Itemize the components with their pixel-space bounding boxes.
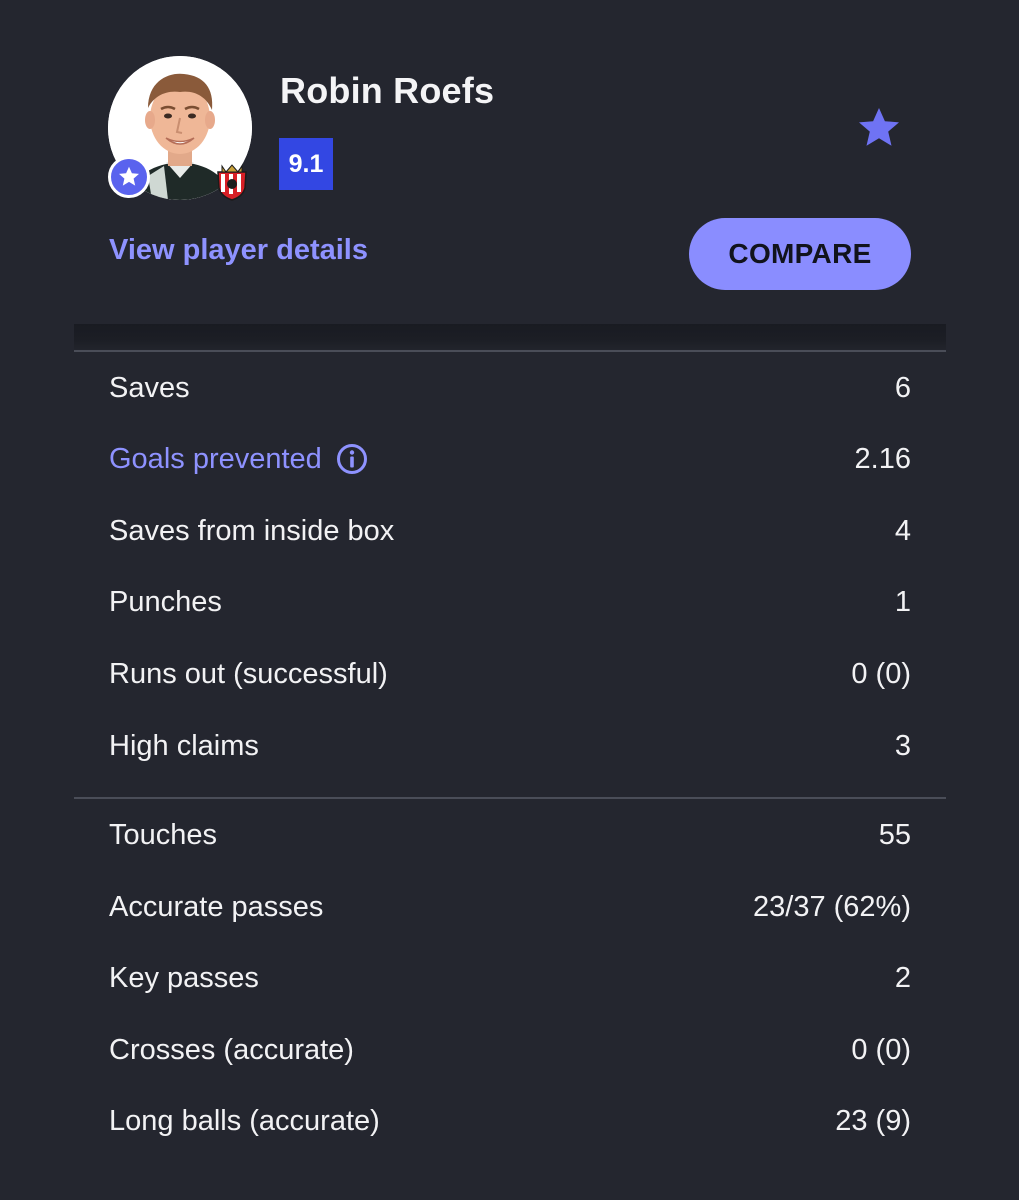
stat-value: 4 (894, 514, 911, 547)
stat-row: Touches 55 (109, 815, 911, 855)
player-name: Robin Roefs (280, 70, 495, 111)
stat-label: Saves from inside box (109, 514, 395, 547)
stat-label: Touches (109, 818, 218, 851)
stat-value: 6 (894, 371, 911, 404)
star-badge-icon (108, 156, 150, 198)
stat-label: Crosses (accurate) (109, 1033, 354, 1066)
stat-row: Accurate passes 23/37 (62%) (109, 887, 911, 927)
stat-value: 2.16 (854, 442, 911, 475)
stat-label: High claims (109, 729, 259, 762)
stat-row: Saves from inside box 4 (109, 511, 911, 551)
compare-button[interactable]: COMPARE (689, 218, 911, 290)
stat-row: Key passes 2 (109, 958, 911, 998)
goals-prevented-label[interactable]: Goals prevented (109, 443, 368, 476)
club-crest-icon (212, 162, 252, 202)
stat-label-text[interactable]: Goals prevented (109, 443, 322, 476)
stat-label: Long balls (accurate) (109, 1104, 380, 1137)
stat-row: High claims 3 (109, 726, 911, 766)
stat-value: 0 (0) (851, 657, 911, 690)
stat-value: 1 (894, 585, 911, 618)
player-header: Robin Roefs 9.1 View player details COMP… (0, 0, 1019, 320)
stat-row: Goals prevented 2.16 (109, 439, 911, 479)
info-icon[interactable] (336, 443, 368, 475)
player-avatar-group[interactable] (108, 56, 254, 202)
stat-label: Saves (109, 371, 190, 404)
stat-row: Runs out (successful) 0 (0) (109, 654, 911, 694)
divider (74, 797, 946, 799)
stat-value: 23/37 (62%) (753, 890, 911, 923)
stat-label: Accurate passes (109, 890, 324, 923)
stat-value: 23 (9) (835, 1104, 911, 1137)
stat-label: Key passes (109, 961, 259, 994)
stat-row: Long balls (accurate) 23 (9) (109, 1101, 911, 1141)
stat-label: Runs out (successful) (109, 657, 388, 690)
stat-value: 3 (894, 729, 911, 762)
stat-label: Punches (109, 585, 222, 618)
stat-value: 0 (0) (851, 1033, 911, 1066)
stat-value: 2 (894, 961, 911, 994)
stat-row: Crosses (accurate) 0 (0) (109, 1030, 911, 1070)
star-icon[interactable] (855, 104, 903, 152)
rating-badge: 9.1 (279, 138, 333, 190)
section-shadow (74, 324, 946, 350)
stat-value: 55 (878, 818, 911, 851)
view-player-details-link[interactable]: View player details (109, 234, 368, 267)
stat-row: Saves 6 (109, 368, 911, 408)
divider (74, 350, 946, 352)
stat-row: Punches 1 (109, 582, 911, 622)
